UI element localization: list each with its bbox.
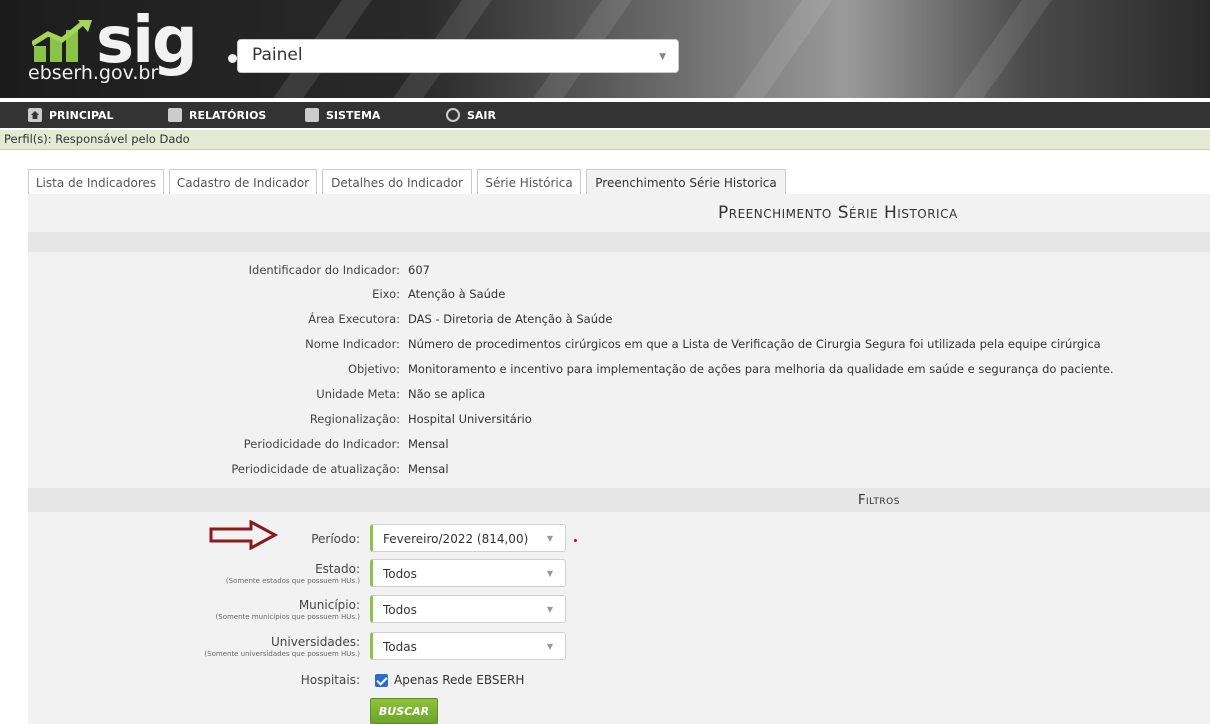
detail-row: Nome Indicador: Número de procedimentos … bbox=[28, 334, 1210, 355]
filters-title: Filtros bbox=[858, 493, 900, 508]
chevron-down-icon: ▼ bbox=[659, 52, 666, 62]
red-arrow-annotation bbox=[209, 520, 279, 550]
detail-label: Objetivo: bbox=[347, 362, 400, 376]
panel-select[interactable]: Painel ▼ bbox=[237, 39, 679, 73]
detail-row: Identificador do Indicador: 607 bbox=[28, 260, 1210, 281]
detail-label: Eixo: bbox=[372, 287, 400, 301]
detail-label: Área Executora: bbox=[308, 312, 400, 326]
chevron-down-icon: ▼ bbox=[546, 642, 553, 651]
title-divider bbox=[28, 232, 1210, 252]
page-title-bar: Preenchimento Série Historica bbox=[28, 194, 1210, 232]
detail-row: Objetivo: Monitoramento e incentivo para… bbox=[28, 359, 1210, 380]
nav-item-sistema[interactable]: SISTEMA bbox=[305, 107, 380, 123]
nav-item-label: SISTEMA bbox=[326, 108, 381, 122]
universidades-hint: (Somente universidades que possuem HUs.) bbox=[204, 650, 360, 658]
detail-value: Atenção à Saúde bbox=[408, 287, 506, 301]
detail-label: Unidade Meta: bbox=[316, 387, 400, 401]
tab-detalhes-indicador[interactable]: Detalhes do Indicador bbox=[322, 169, 472, 195]
tab-lista-indicadores[interactable]: Lista de Indicadores bbox=[28, 169, 164, 195]
detail-label: Identificador do Indicador: bbox=[248, 263, 400, 277]
nav-item-relatorios[interactable]: RELATÓRIOS bbox=[168, 107, 266, 123]
detail-label: Periodicidade do Indicador: bbox=[243, 437, 400, 451]
profile-text: Perfil(s): Responsável pelo Dado bbox=[4, 132, 190, 146]
estado-hint: (Somente estados que possuem HUs.) bbox=[225, 577, 360, 585]
profile-bar: Perfil(s): Responsável pelo Dado bbox=[0, 130, 1210, 150]
panel-select-value: Painel bbox=[252, 45, 303, 65]
tab-cadastro-indicador[interactable]: Cadastro de Indicador bbox=[169, 169, 317, 195]
detail-value: Mensal bbox=[408, 437, 449, 451]
periodo-select[interactable]: Fevereiro/2022 (814,00) ▼ bbox=[370, 524, 566, 552]
filters-title-bar: Filtros bbox=[28, 488, 1210, 512]
universidades-label-text: Universidades: bbox=[271, 635, 360, 649]
nav-item-sair[interactable]: SAIR bbox=[446, 107, 496, 123]
estado-label: Estado: (Somente estados que possuem HUs… bbox=[226, 562, 360, 585]
detail-row: Eixo: Atenção à Saúde bbox=[28, 284, 1210, 305]
content-panel: Preenchimento Série Historica Identifica… bbox=[28, 194, 1210, 724]
municipio-hint: (Somente municípios que possuem HUs.) bbox=[215, 613, 360, 621]
main-nav: PRINCIPAL RELATÓRIOS SISTEMA SAIR bbox=[0, 102, 1210, 128]
app-header: sig ebserh.gov.br Painel ▼ bbox=[0, 0, 1210, 98]
detail-value: Número de procedimentos cirúrgicos em qu… bbox=[408, 337, 1101, 351]
tab-preenchimento-serie[interactable]: Preenchimento Série Historica bbox=[586, 169, 786, 195]
estado-select[interactable]: Todos ▼ bbox=[370, 559, 566, 587]
detail-row: Regionalização: Hospital Universitário bbox=[28, 409, 1210, 430]
power-icon bbox=[446, 108, 460, 122]
buscar-button[interactable]: BUSCAR bbox=[370, 698, 438, 724]
periodo-label: Período: bbox=[311, 532, 360, 546]
header-decoration bbox=[923, 0, 1067, 98]
logo-dot bbox=[228, 54, 237, 63]
periodo-select-value: Fevereiro/2022 (814,00) bbox=[383, 532, 529, 546]
chart-icon bbox=[168, 108, 182, 122]
chevron-down-icon: ▼ bbox=[546, 569, 553, 578]
municipio-select-value: Todos bbox=[383, 603, 417, 617]
chevron-down-icon: ▼ bbox=[546, 605, 553, 614]
municipio-label: Município: (Somente municípios que possu… bbox=[216, 598, 360, 621]
detail-row: Área Executora: DAS - Diretoria de Atenç… bbox=[28, 309, 1210, 330]
apenas-rede-label[interactable]: Apenas Rede EBSERH bbox=[394, 673, 524, 687]
growth-chart-icon bbox=[32, 20, 92, 62]
estado-select-value: Todos bbox=[383, 567, 417, 581]
nav-item-label: SAIR bbox=[467, 108, 496, 122]
nav-item-label: RELATÓRIOS bbox=[189, 108, 267, 122]
indicator-details: Identificador do Indicador: 607 Eixo: At… bbox=[28, 252, 1210, 484]
universidades-select[interactable]: Todas ▼ bbox=[370, 632, 566, 660]
detail-value: DAS - Diretoria de Atenção à Saúde bbox=[408, 312, 613, 326]
logo-domain: ebserh.gov.br bbox=[28, 62, 159, 84]
universidades-label: Universidades: (Somente universidades qu… bbox=[204, 635, 360, 658]
detail-row: Unidade Meta: Não se aplica bbox=[28, 384, 1210, 405]
municipio-select[interactable]: Todos ▼ bbox=[370, 595, 566, 623]
universidades-select-value: Todas bbox=[383, 640, 417, 654]
chevron-down-icon: ▼ bbox=[546, 534, 553, 543]
detail-value: Monitoramento e incentivo para implement… bbox=[408, 362, 1114, 376]
hospitais-label: Hospitais: bbox=[300, 673, 360, 687]
detail-value: 607 bbox=[408, 263, 430, 277]
sig-logo[interactable]: sig ebserh.gov.br bbox=[28, 6, 237, 92]
header-decoration bbox=[703, 0, 847, 98]
home-icon bbox=[28, 108, 42, 122]
nav-item-principal[interactable]: PRINCIPAL bbox=[28, 107, 114, 123]
tab-serie-historica[interactable]: Série Histórica bbox=[477, 169, 581, 195]
nav-item-label: PRINCIPAL bbox=[49, 108, 114, 122]
required-marker bbox=[574, 539, 577, 542]
detail-row: Periodicidade do Indicador: Mensal bbox=[28, 434, 1210, 455]
detail-label: Regionalização: bbox=[309, 412, 400, 426]
detail-row: Periodicidade de atualização: Mensal bbox=[28, 459, 1210, 480]
municipio-label-text: Município: bbox=[298, 598, 360, 612]
detail-label: Nome Indicador: bbox=[305, 337, 400, 351]
gear-icon bbox=[305, 108, 319, 122]
estado-label-text: Estado: bbox=[315, 562, 360, 576]
apenas-rede-checkbox[interactable] bbox=[375, 674, 388, 687]
detail-value: Hospital Universitário bbox=[408, 412, 532, 426]
detail-label: Periodicidade de atualização: bbox=[231, 462, 400, 476]
detail-value: Não se aplica bbox=[408, 387, 486, 401]
page-title: Preenchimento Série Historica bbox=[718, 203, 958, 223]
detail-value: Mensal bbox=[408, 462, 449, 476]
